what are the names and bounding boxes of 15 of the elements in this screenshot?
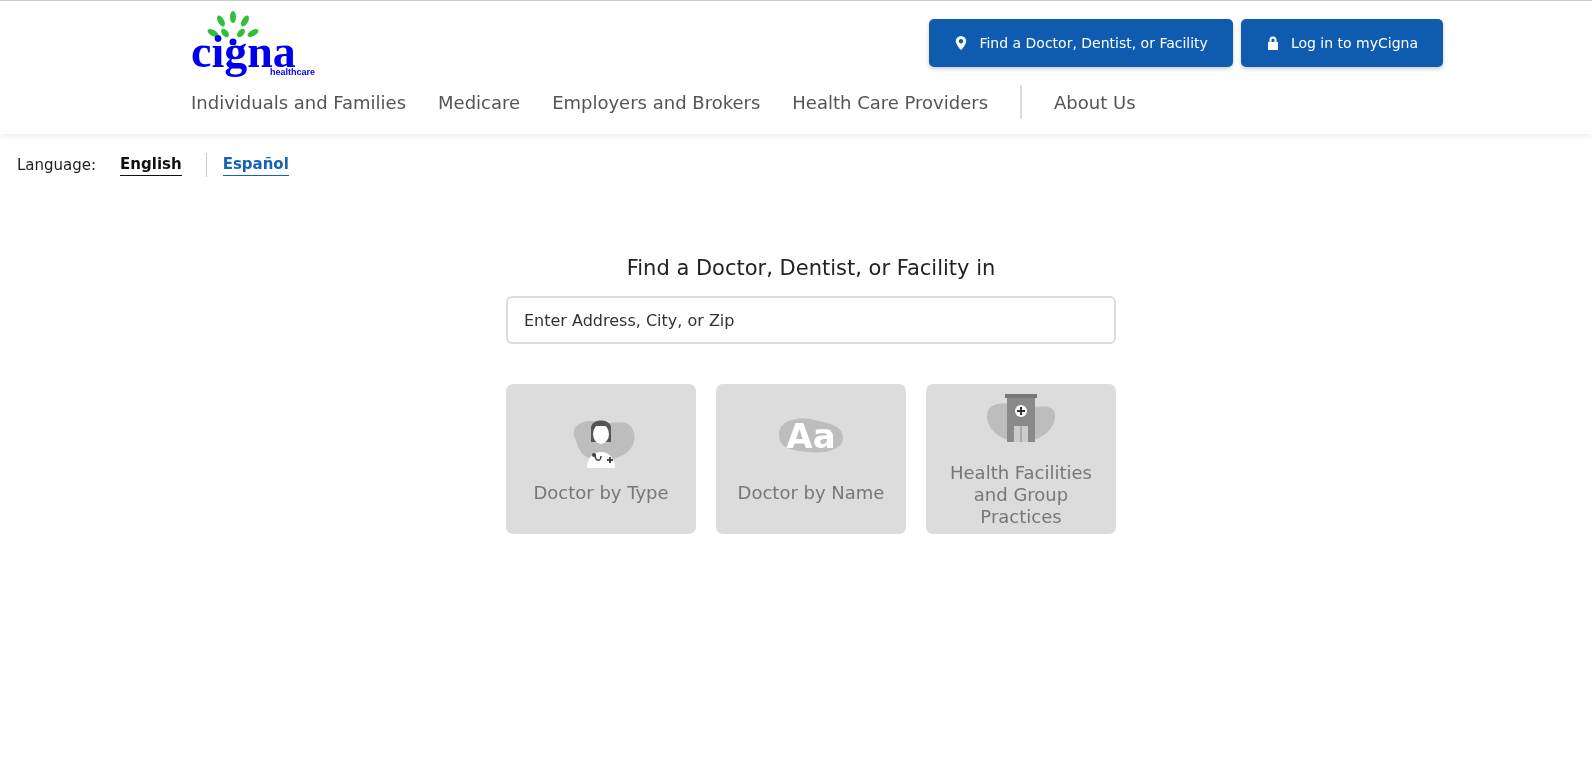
header-button[interactable]: Find a Doctor, Dentist, or Facility xyxy=(929,19,1233,67)
nav-link[interactable]: Individuals and Families xyxy=(191,91,407,113)
nav-link[interactable]: Employers and Brokers xyxy=(552,91,761,113)
header-button[interactable]: Log in to myCigna xyxy=(1240,19,1443,67)
language-option[interactable]: Español xyxy=(222,154,289,176)
nav-link[interactable]: Health Care Providers xyxy=(792,91,988,113)
location-search-field[interactable]: Enter Address, City, or Zip xyxy=(506,296,1116,344)
nav-link[interactable]: About Us xyxy=(1054,91,1136,113)
language-label: Language: xyxy=(17,156,97,174)
search-heading: Find a Doctor, Dentist, or Facility in xyxy=(626,256,996,280)
lock-icon xyxy=(1266,36,1279,50)
language-option[interactable]: English xyxy=(120,154,182,176)
logo[interactable]: cignahealthcare xyxy=(191,9,315,81)
nav-link[interactable]: Medicare xyxy=(438,91,521,113)
location-pin-icon xyxy=(955,36,968,50)
